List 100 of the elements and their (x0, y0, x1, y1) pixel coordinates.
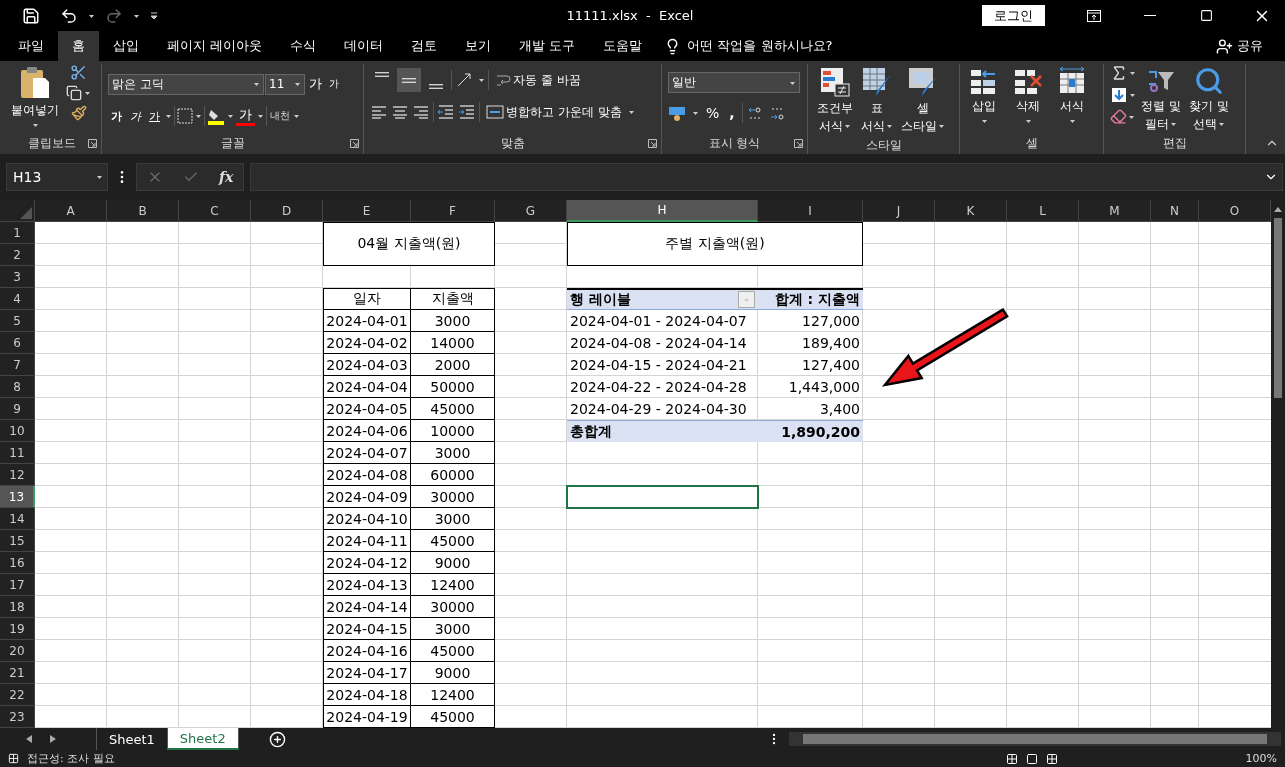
dialog-launcher-icon[interactable] (88, 139, 97, 148)
column-header[interactable]: F (411, 200, 495, 222)
column-header[interactable]: D (251, 200, 323, 222)
italic-button[interactable]: 가 (127, 104, 144, 128)
page-break-icon[interactable] (1045, 752, 1058, 765)
customize-toolbar-icon[interactable] (150, 10, 158, 21)
row-header[interactable]: 16 (0, 552, 35, 574)
horizontal-scrollbar[interactable] (789, 732, 1281, 746)
style-button[interactable]: 조건부 서식 (814, 64, 856, 136)
paste-button[interactable]: 붙여넣기 (8, 64, 62, 132)
editing-button[interactable]: 찾기 및 선택 (1185, 64, 1232, 134)
shrink-font-button[interactable]: 가 (326, 72, 342, 96)
font-size-dropdown[interactable]: 11 (265, 73, 305, 95)
column-header[interactable]: G (495, 200, 567, 222)
ribbon-tab[interactable]: 개발 도구 (505, 31, 590, 61)
comma-button[interactable]: , (726, 101, 738, 125)
row-header[interactable]: 1 (0, 222, 35, 244)
row-header[interactable]: 18 (0, 596, 35, 618)
row-header[interactable]: 5 (0, 310, 35, 332)
column-header[interactable]: O (1199, 200, 1271, 222)
ribbon-tab[interactable]: 페이지 레이아웃 (153, 31, 277, 61)
borders-icon[interactable] (177, 108, 193, 124)
ribbon-tab[interactable]: 검토 (397, 31, 452, 61)
dialog-launcher-icon[interactable] (648, 139, 657, 148)
underline-button[interactable]: 가 (146, 104, 163, 128)
previous-sheet-icon[interactable] (26, 735, 32, 743)
accessibility-status[interactable]: 접근성: 조사 필요 (27, 751, 115, 766)
ribbon-tab[interactable]: 삽입 (99, 31, 153, 61)
increase-indent-icon[interactable] (458, 103, 476, 121)
undo-icon[interactable] (60, 6, 78, 25)
row-header[interactable]: 10 (0, 420, 35, 442)
currency-icon[interactable] (668, 105, 688, 121)
cells-button[interactable]: 삭제 (1010, 64, 1046, 128)
sheet-tab[interactable]: Sheet2 (167, 728, 239, 750)
vertical-align-button[interactable] (397, 68, 421, 92)
align-center-icon[interactable] (391, 103, 409, 121)
row-header[interactable]: 9 (0, 398, 35, 420)
ribbon-tab[interactable]: 보기 (451, 31, 506, 61)
eraser-icon[interactable] (1110, 108, 1127, 125)
row-header[interactable]: 13 (0, 486, 35, 508)
wrap-text-button[interactable]: 자동 줄 바꿈 (492, 68, 584, 92)
ribbon-tab[interactable]: 파일 (4, 31, 58, 61)
column-header[interactable]: L (1007, 200, 1079, 222)
fill-down-icon[interactable] (1110, 86, 1128, 104)
row-header[interactable]: 7 (0, 354, 35, 376)
style-button[interactable]: 셀 스타일 (898, 64, 948, 136)
cells-button[interactable]: 서식 (1054, 64, 1090, 128)
save-icon[interactable] (22, 6, 40, 25)
row-header[interactable]: 8 (0, 376, 35, 398)
scrollbar-thumb[interactable] (803, 734, 1267, 744)
scroll-up-icon[interactable] (1274, 206, 1282, 212)
row-header[interactable]: 15 (0, 530, 35, 552)
copy-icon[interactable] (66, 85, 82, 101)
dialog-launcher-icon[interactable] (350, 139, 359, 148)
add-sheet-icon[interactable] (268, 730, 286, 748)
ribbon-tab[interactable]: 도움말 (589, 31, 657, 61)
bold-button[interactable]: 가 (108, 104, 125, 128)
row-header[interactable]: 14 (0, 508, 35, 530)
row-header[interactable]: 6 (0, 332, 35, 354)
column-header[interactable]: J (863, 200, 935, 222)
row-header[interactable]: 19 (0, 618, 35, 640)
style-button[interactable]: 표 서식 (858, 64, 896, 136)
phonetic-guide-button[interactable]: 내천 (269, 104, 291, 128)
number-format-dropdown[interactable]: 일반 (668, 72, 800, 93)
align-right-icon[interactable] (412, 103, 430, 121)
zoom-level[interactable]: 100% (1245, 752, 1277, 765)
row-header[interactable]: 23 (0, 706, 35, 728)
align-left-icon[interactable] (370, 103, 388, 121)
row-header[interactable]: 12 (0, 464, 35, 486)
column-header[interactable]: K (935, 200, 1007, 222)
row-header[interactable]: 17 (0, 574, 35, 596)
column-header[interactable]: B (107, 200, 179, 222)
column-header[interactable]: H (567, 200, 758, 222)
name-box[interactable]: H13 (6, 162, 108, 191)
row-header[interactable]: 22 (0, 684, 35, 706)
font-color-button[interactable]: 가 (236, 106, 255, 126)
column-header[interactable]: N (1151, 200, 1199, 222)
column-header[interactable]: E (323, 200, 411, 222)
grow-font-button[interactable]: 가 (306, 72, 325, 96)
column-header[interactable]: M (1079, 200, 1151, 222)
insert-function-button[interactable]: fx (219, 168, 234, 185)
ribbon-tab[interactable]: 홈 (58, 31, 99, 61)
row-header[interactable]: 11 (0, 442, 35, 464)
next-sheet-icon[interactable] (50, 735, 56, 743)
fill-color-icon[interactable] (207, 107, 225, 125)
page-layout-icon[interactable] (1025, 752, 1038, 765)
font-name-dropdown[interactable]: 맑은 고딕 (108, 73, 264, 95)
normal-view-icon[interactable] (1005, 752, 1018, 765)
column-header[interactable]: C (179, 200, 251, 222)
redo-icon[interactable] (105, 6, 123, 25)
row-header[interactable]: 4 (0, 288, 35, 310)
formula-input-field[interactable] (250, 162, 1283, 191)
merge-center-button[interactable]: 병합하고 가운데 맞춤 (483, 100, 625, 124)
decrease-indent-icon[interactable] (437, 103, 455, 121)
percent-button[interactable]: % (703, 101, 723, 125)
ribbon-tab[interactable]: 수식 (276, 31, 331, 61)
row-header[interactable]: 21 (0, 662, 35, 684)
share-button[interactable]: 공유 (1210, 31, 1269, 61)
column-header[interactable]: A (35, 200, 107, 222)
ribbon-tab[interactable]: 데이터 (330, 31, 398, 61)
